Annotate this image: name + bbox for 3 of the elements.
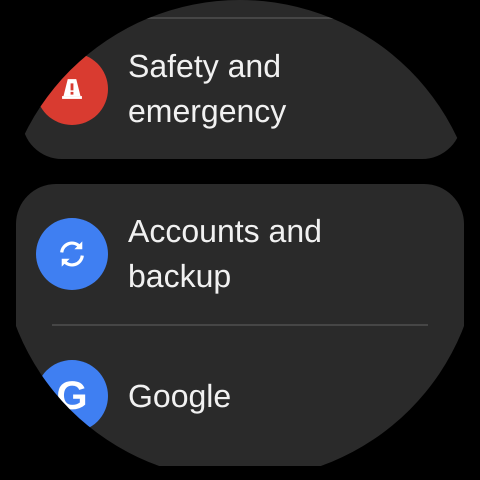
settings-item[interactable]: Safety and emergency [128,44,368,134]
settings-item[interactable]: Accounts and backup [128,209,368,299]
settings-item[interactable]: Google [128,374,368,418]
